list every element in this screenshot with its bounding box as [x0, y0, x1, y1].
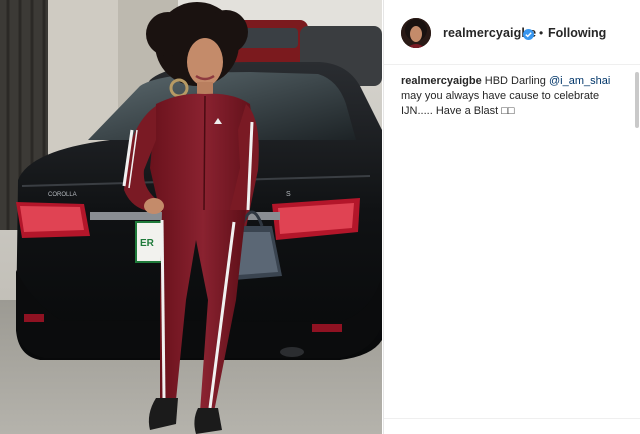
car-trim-badge: S — [286, 191, 291, 198]
caption-username-link[interactable]: realmercyaigbe — [401, 75, 482, 87]
post-side-panel: realmercyaigbe • Following realmercyaigb… — [383, 0, 640, 434]
avatar-image — [401, 18, 431, 48]
avatar[interactable] — [401, 18, 431, 48]
post-header: realmercyaigbe • Following — [384, 0, 640, 65]
post-caption: realmercyaigbe HBD Darling @i_am_shai ma… — [401, 74, 626, 119]
caption-text-start: HBD Darling — [484, 75, 549, 87]
divider — [384, 418, 640, 419]
instagram-post-window: ER COROLLA S realmercyaigbe • Following … — [0, 0, 640, 434]
post-photo[interactable]: ER COROLLA S — [0, 0, 382, 434]
license-plate-text: ER — [140, 238, 155, 249]
caption-emojis: □□ — [501, 105, 515, 117]
caption-scrollbar[interactable] — [635, 72, 639, 128]
caption-mention-link[interactable]: @i_am_shai — [549, 75, 610, 87]
car-model-badge: COROLLA — [48, 192, 77, 198]
photo-illustration: ER COROLLA S — [0, 0, 382, 434]
following-button[interactable]: Following — [548, 26, 606, 40]
verified-badge-icon — [523, 27, 534, 45]
header-separator: • — [539, 26, 544, 40]
